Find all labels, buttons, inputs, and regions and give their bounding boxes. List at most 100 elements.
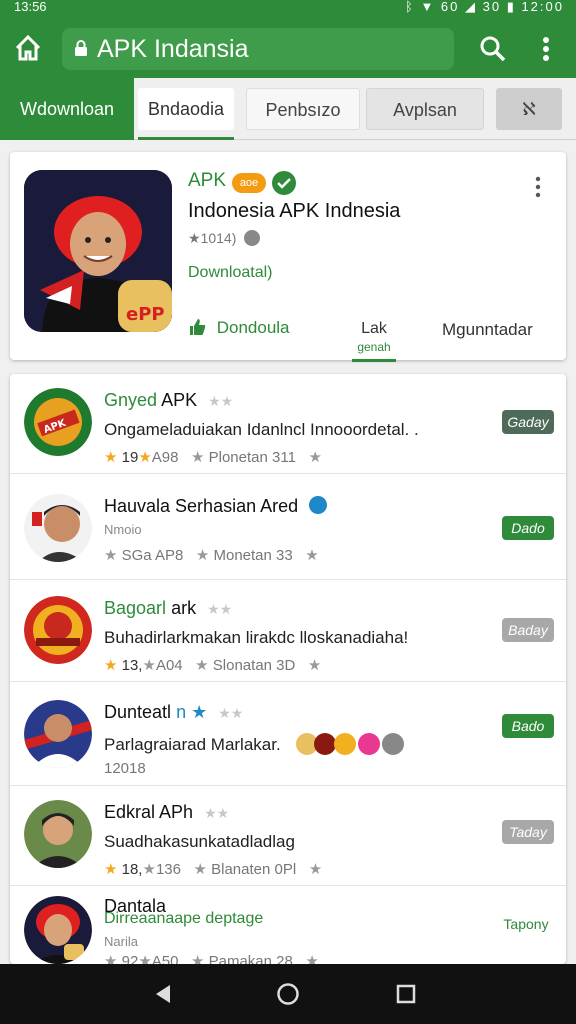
list-item[interactable]: APK Gnyed APK ★★ Ongameladuiakan Idanlnc… bbox=[10, 374, 566, 474]
item-title: Hauvala Serhasian Ared bbox=[104, 496, 328, 517]
svg-text:ePP: ePP bbox=[126, 304, 165, 325]
item-rating: 18, bbox=[121, 861, 143, 878]
status-time: 13:56 bbox=[14, 0, 47, 14]
download-link[interactable]: Downloatal) bbox=[188, 264, 272, 282]
list-item[interactable]: Bagoarl ark ★★ Buhadirlarkmakan lirakdc … bbox=[10, 582, 566, 682]
list-item[interactable]: Hauvala Serhasian Ared Nmoio ★ SGa AP8 ★… bbox=[10, 480, 566, 580]
rating-info-icon bbox=[244, 230, 260, 246]
item-title-green: Gnyed bbox=[104, 390, 158, 410]
overflow-menu-button[interactable] bbox=[532, 34, 560, 64]
back-icon bbox=[156, 985, 170, 1003]
download-button[interactable]: Dondoula bbox=[188, 318, 290, 338]
home-button[interactable] bbox=[10, 30, 46, 66]
item-description-text: Parlagraiarad Marlakar. bbox=[104, 735, 281, 754]
verified-icon bbox=[272, 171, 296, 195]
tab-second[interactable]: Bndaodia bbox=[138, 88, 234, 140]
item-location: Plonetan 311 bbox=[208, 449, 296, 466]
item-description: Suadhakasunkatadladlag bbox=[104, 832, 295, 851]
star-icon: ★ bbox=[104, 657, 118, 674]
item-description: Buhadirlarkmakan lirakdc lloskanadiaha! bbox=[104, 628, 409, 647]
sub-tab-sublabel: genah bbox=[357, 340, 391, 354]
star-icon: ★ bbox=[138, 953, 152, 964]
star-rating-icons: ★★ bbox=[208, 393, 234, 409]
app-portrait-icon: ePP bbox=[24, 170, 172, 332]
search-icon bbox=[480, 36, 506, 62]
list-item[interactable]: Edkral APh ★★ Suadhakasunkatadladlag ★ 1… bbox=[10, 786, 566, 886]
more-vert-icon bbox=[543, 37, 549, 61]
status-badge[interactable]: Bado bbox=[502, 714, 554, 738]
thumbs-up-icon bbox=[190, 319, 206, 335]
star-icon: ★ bbox=[308, 861, 323, 878]
status-badge[interactable]: Taday bbox=[502, 820, 554, 844]
featured-app-card: ePP APK aoe Indonesia APK Indnesia ★1014… bbox=[10, 152, 566, 362]
item-description: Ongameladuiakan Idanlncl Innooordetal. . bbox=[104, 420, 419, 439]
item-location: Monetan 33 bbox=[213, 547, 293, 564]
status-icons: ᛒ ▼ 60 ◢ 30 ▮ 12:00 bbox=[405, 0, 564, 14]
item-rating-secondary: A98 bbox=[151, 449, 179, 466]
item-title-black: Dunteatl bbox=[104, 702, 172, 722]
item-meta: ★ 18,★136 ★ Blanaten 0Pl ★ bbox=[104, 860, 322, 878]
item-rating: 13, bbox=[121, 657, 143, 674]
item-title-black: Edkral APh bbox=[104, 802, 194, 822]
item-title-green: Bagoarl bbox=[104, 598, 167, 618]
item-location: Blanaten 0Pl bbox=[211, 861, 297, 878]
app-title: Indonesia APK Indnesia bbox=[188, 200, 401, 222]
item-title: Bagoarl ark ★★ bbox=[104, 598, 232, 619]
star-icon: ★ bbox=[142, 861, 156, 878]
verified-icon bbox=[309, 496, 328, 514]
system-nav-bar bbox=[0, 964, 576, 1024]
item-rating: 19 bbox=[121, 449, 139, 466]
recents-button[interactable] bbox=[394, 982, 418, 1006]
item-title-black: APK bbox=[161, 390, 198, 410]
card-menu-button[interactable] bbox=[532, 176, 544, 198]
star-icon: ★ bbox=[195, 657, 209, 674]
star-icon: ★ bbox=[104, 953, 118, 964]
item-title: Edkral APh ★★ bbox=[104, 802, 229, 823]
avatar bbox=[24, 494, 92, 562]
item-title-blue: n bbox=[176, 702, 187, 722]
home-nav-button[interactable] bbox=[276, 982, 300, 1006]
star-rating-icons: ★★ bbox=[204, 805, 230, 821]
avatar bbox=[24, 800, 92, 868]
url-text: APK Indansia bbox=[97, 35, 249, 63]
status-badge[interactable]: Dado bbox=[502, 516, 554, 540]
recents-icon bbox=[396, 984, 416, 1004]
url-bar[interactable]: APK Indansia bbox=[62, 28, 454, 70]
browser-toolbar: APK Indansia bbox=[0, 16, 576, 78]
status-badge[interactable]: Gaday bbox=[502, 410, 554, 434]
status-link[interactable]: Tapony bbox=[496, 912, 556, 936]
status-badge[interactable]: Baday bbox=[502, 618, 554, 642]
star-icon: ★ bbox=[305, 547, 319, 564]
item-rating: 92 bbox=[121, 953, 139, 964]
home-circle-icon bbox=[277, 983, 299, 1005]
star-icon: ★ bbox=[104, 547, 118, 564]
item-meta-text: 12018 bbox=[104, 760, 146, 777]
list-item[interactable]: Dunteatl n ★ ★★ Parlagraiarad Marlakar. … bbox=[10, 686, 566, 786]
app-icon[interactable]: ePP bbox=[24, 170, 172, 332]
list-item[interactable]: Dantala Dirreaanaape deptage Narila ★ 92… bbox=[10, 882, 566, 964]
item-title-black: Hauvala Serhasian Ared bbox=[104, 496, 299, 516]
star-icon: ★ bbox=[195, 547, 210, 564]
star-icon: ★ bbox=[104, 449, 118, 466]
item-title: Dunteatl n ★ ★★ bbox=[104, 702, 243, 723]
app-list: APK Gnyed APK ★★ Ongameladuiakan Idanlnc… bbox=[10, 374, 566, 964]
item-subtitle: Nmoio bbox=[104, 522, 142, 537]
search-button[interactable] bbox=[478, 34, 508, 64]
avatar: APK bbox=[24, 388, 92, 456]
tab-download[interactable]: Wdownloan bbox=[0, 78, 134, 140]
item-description: Parlagraiarad Marlakar. bbox=[104, 732, 411, 761]
tab-fourth[interactable]: Avplsan bbox=[366, 88, 484, 130]
avatar bbox=[24, 700, 92, 768]
item-subtitle: Narila bbox=[104, 934, 138, 949]
star-icon: ★ bbox=[307, 657, 322, 674]
item-title-black: ark bbox=[171, 598, 197, 618]
tab-third[interactable]: Penbsızo bbox=[246, 88, 360, 130]
lock-icon bbox=[75, 40, 87, 56]
back-button[interactable] bbox=[152, 982, 176, 1006]
sub-tab[interactable]: Lak genah bbox=[352, 320, 396, 362]
tab-fifth[interactable]: ℵ bbox=[496, 88, 562, 130]
more-apps-button[interactable]: Mgunntadar bbox=[442, 320, 533, 340]
tab-bar: Wdownloan Bndaodia Penbsızo Avplsan ℵ bbox=[0, 78, 576, 140]
item-meta: 12018 bbox=[104, 760, 146, 777]
star-icon: ★ bbox=[191, 702, 208, 722]
